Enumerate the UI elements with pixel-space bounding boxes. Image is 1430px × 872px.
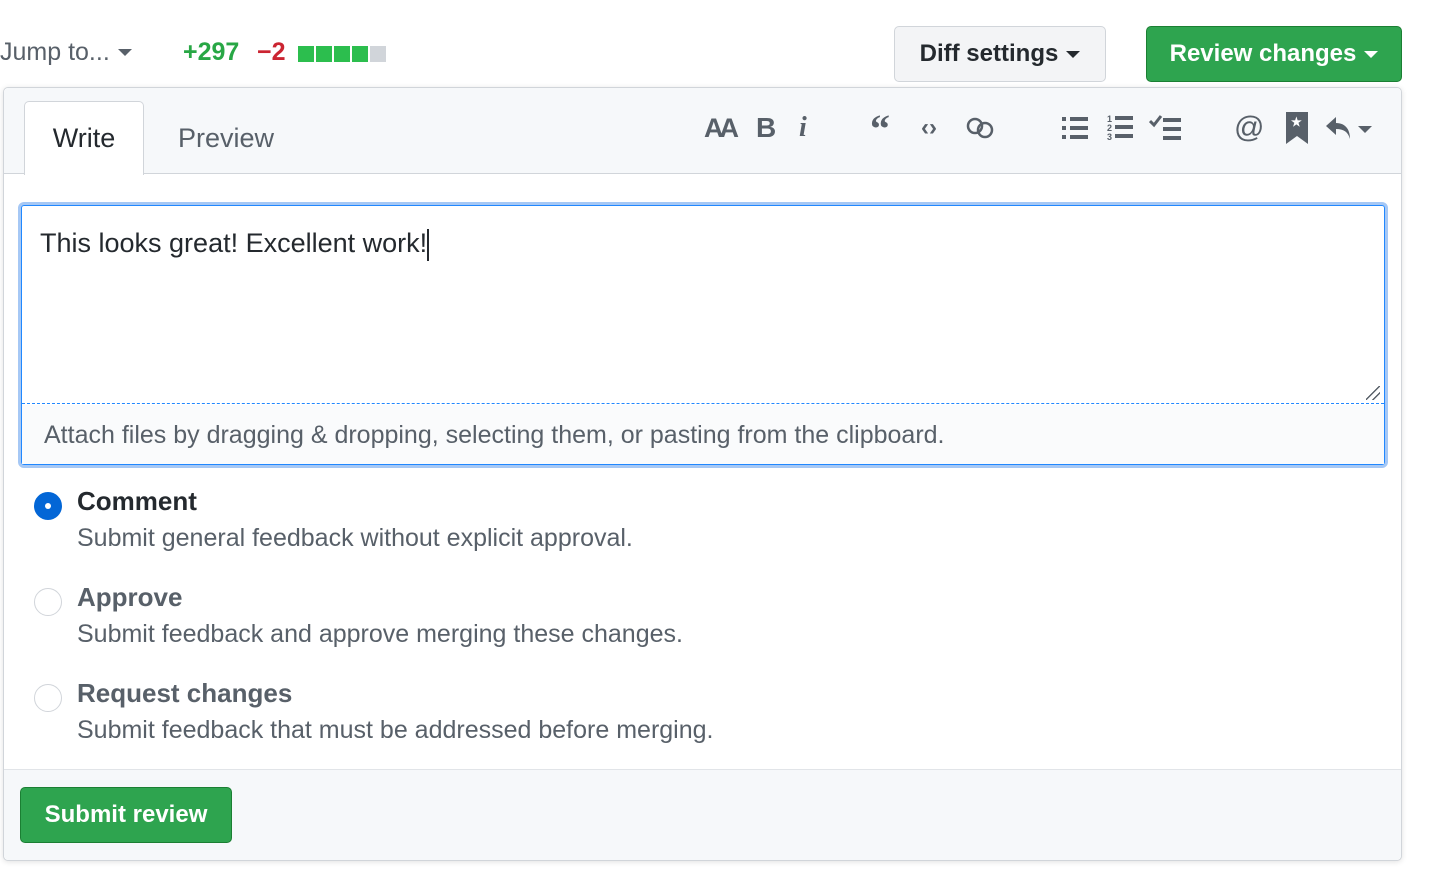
additions-count: +297 bbox=[183, 38, 240, 66]
caret-down-icon bbox=[1066, 50, 1081, 58]
text-size-icon[interactable]: AA bbox=[704, 108, 739, 148]
diff-settings-label: Diff settings bbox=[919, 40, 1059, 67]
diffstat-block bbox=[298, 46, 314, 62]
attach-files-area[interactable]: Attach files by dragging & dropping, sel… bbox=[22, 405, 1384, 464]
mention-icon[interactable]: @ bbox=[1234, 108, 1264, 148]
comment-text: This looks great! Excellent work! bbox=[40, 228, 428, 258]
diffstat-block bbox=[352, 46, 368, 62]
review-changes-label: Review changes bbox=[1169, 40, 1357, 67]
svg-text:3: 3 bbox=[1107, 132, 1112, 142]
caret-down-icon bbox=[117, 49, 132, 56]
comment-textarea[interactable]: This looks great! Excellent work! bbox=[22, 206, 1384, 404]
bookmark-icon[interactable]: ★ bbox=[1286, 108, 1308, 148]
jump-to-dropdown[interactable]: Jump to... bbox=[0, 38, 132, 67]
option-title: Approve bbox=[77, 582, 183, 612]
text-cursor bbox=[427, 228, 430, 261]
diffstat-block bbox=[334, 46, 350, 62]
diffstat-block bbox=[316, 46, 332, 62]
diff-settings-button[interactable]: Diff settings bbox=[894, 26, 1106, 82]
option-title: Comment bbox=[77, 486, 197, 516]
bold-icon[interactable]: B bbox=[756, 108, 776, 148]
resize-handle-icon[interactable] bbox=[1366, 386, 1380, 400]
review-panel: Write Preview AA B i “ ‹› 123 @ ★ This l… bbox=[3, 87, 1402, 861]
unordered-list-icon[interactable] bbox=[1062, 108, 1088, 148]
review-footer: Submit review bbox=[4, 769, 1401, 860]
code-icon[interactable]: ‹› bbox=[921, 108, 937, 148]
task-list-icon[interactable] bbox=[1149, 108, 1183, 148]
option-description: Submit feedback that must be addressed b… bbox=[77, 716, 714, 744]
diffstat-bar bbox=[298, 46, 386, 62]
option-title: Request changes bbox=[77, 678, 293, 708]
pr-toolbar: Jump to... +297 −2 Diff settings Review … bbox=[0, 26, 1430, 82]
request-changes-radio[interactable] bbox=[34, 684, 62, 712]
approve-radio[interactable] bbox=[34, 588, 62, 616]
option-description: Submit general feedback without explicit… bbox=[77, 524, 633, 552]
ordered-list-icon[interactable]: 123 bbox=[1107, 108, 1133, 148]
option-description: Submit feedback and approve merging thes… bbox=[77, 620, 683, 648]
svg-text:★: ★ bbox=[1291, 115, 1302, 129]
submit-review-button[interactable]: Submit review bbox=[20, 787, 232, 843]
jump-label: Jump to... bbox=[0, 38, 110, 66]
comment-radio[interactable] bbox=[34, 492, 62, 520]
diffstat-block bbox=[370, 46, 386, 62]
tab-preview[interactable]: Preview bbox=[178, 101, 274, 175]
caret-down-icon bbox=[1364, 50, 1379, 58]
italic-icon[interactable]: i bbox=[799, 108, 807, 148]
link-icon[interactable] bbox=[964, 108, 996, 148]
editor-tabbar: Write Preview AA B i “ ‹› 123 @ ★ bbox=[4, 88, 1401, 175]
comment-editor: This looks great! Excellent work! Attach… bbox=[18, 202, 1388, 468]
review-changes-button[interactable]: Review changes bbox=[1146, 26, 1402, 82]
reply-icon[interactable] bbox=[1324, 108, 1374, 148]
tab-write[interactable]: Write bbox=[24, 101, 144, 175]
deletions-count: −2 bbox=[257, 38, 286, 66]
quote-icon[interactable]: “ bbox=[870, 106, 890, 151]
